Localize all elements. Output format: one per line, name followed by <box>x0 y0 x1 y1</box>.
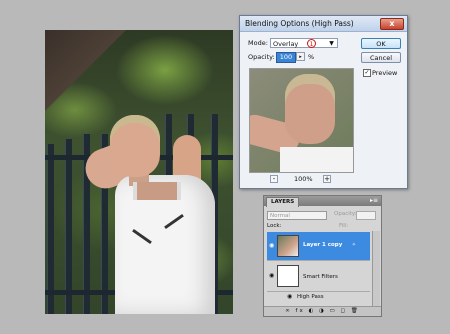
opacity-unit: % <box>308 53 315 61</box>
eye-icon[interactable]: ◉ <box>269 272 274 279</box>
layer-thumbnail <box>277 235 299 257</box>
layers-panel: LAYERS ▸≡ Normal Opacity: Lock: Fill: ◉ … <box>263 195 382 317</box>
zoom-in-button[interactable]: + <box>323 175 331 183</box>
tab-layers[interactable]: LAYERS <box>266 197 300 207</box>
dialog-title: Blending Options (High Pass) <box>245 19 354 28</box>
panel-menu-icon[interactable]: ▸≡ <box>370 197 378 204</box>
fence-bar <box>65 139 72 314</box>
lock-label: Lock: <box>267 223 282 229</box>
mode-label: Mode: <box>248 39 268 47</box>
zoom-level: 100% <box>294 175 313 183</box>
smart-object-icon: ✧ <box>351 242 356 248</box>
preview-checkbox[interactable]: ✓ <box>363 69 371 77</box>
ok-button[interactable]: OK <box>361 38 401 49</box>
eye-icon[interactable]: ◉ <box>287 293 292 300</box>
layer-opacity-input[interactable] <box>356 211 376 220</box>
filter-preview[interactable] <box>249 68 354 173</box>
opacity-input[interactable]: 100 <box>276 52 296 63</box>
blending-options-dialog: Blending Options (High Pass) x Mode: Ove… <box>239 15 408 189</box>
scrollbar[interactable] <box>372 231 380 306</box>
preview-face <box>285 74 335 144</box>
canvas-photo[interactable] <box>45 30 233 314</box>
layer-row[interactable]: ◉ High Pass <box>267 292 370 302</box>
layer-opacity-label: Opacity: <box>334 211 357 217</box>
panel-tabbar: LAYERS ▸≡ <box>264 196 381 207</box>
close-button[interactable]: x <box>380 18 404 30</box>
dialog-titlebar[interactable]: Blending Options (High Pass) x <box>240 16 407 32</box>
mode-select[interactable]: Overlay ▼ <box>270 38 338 48</box>
opacity-slider-button[interactable]: ▸ <box>296 52 305 61</box>
filter-name: High Pass <box>297 294 324 300</box>
fence-bar <box>47 144 54 314</box>
layers-toolbar[interactable]: ∞ fx ◐ ◑ ▭ ◻ 🗑 <box>264 306 381 316</box>
preview-shirt <box>280 147 353 172</box>
fill-label: Fill: <box>339 223 349 229</box>
layer-name: Smart Filters <box>303 274 338 280</box>
man-head <box>110 115 160 177</box>
layer-name: Layer 1 copy <box>303 242 343 248</box>
shirt-collar <box>133 182 181 200</box>
mode-value: Overlay <box>273 40 299 48</box>
preview-label: Preview <box>372 69 398 77</box>
eye-icon[interactable]: ◉ <box>269 242 274 249</box>
chevron-down-icon: ▼ <box>329 40 334 47</box>
zoom-out-button[interactable]: - <box>270 175 278 183</box>
layer-row[interactable]: ◉ Layer 1 copy ✧ <box>267 232 370 261</box>
opacity-label: Opacity: <box>248 53 275 61</box>
cancel-button[interactable]: Cancel <box>361 52 401 63</box>
filter-mask-thumbnail <box>277 265 299 287</box>
step-marker: 1 <box>307 39 316 48</box>
layer-row[interactable]: ◉ Smart Filters <box>267 261 370 292</box>
blend-mode-select[interactable]: Normal <box>267 211 327 220</box>
